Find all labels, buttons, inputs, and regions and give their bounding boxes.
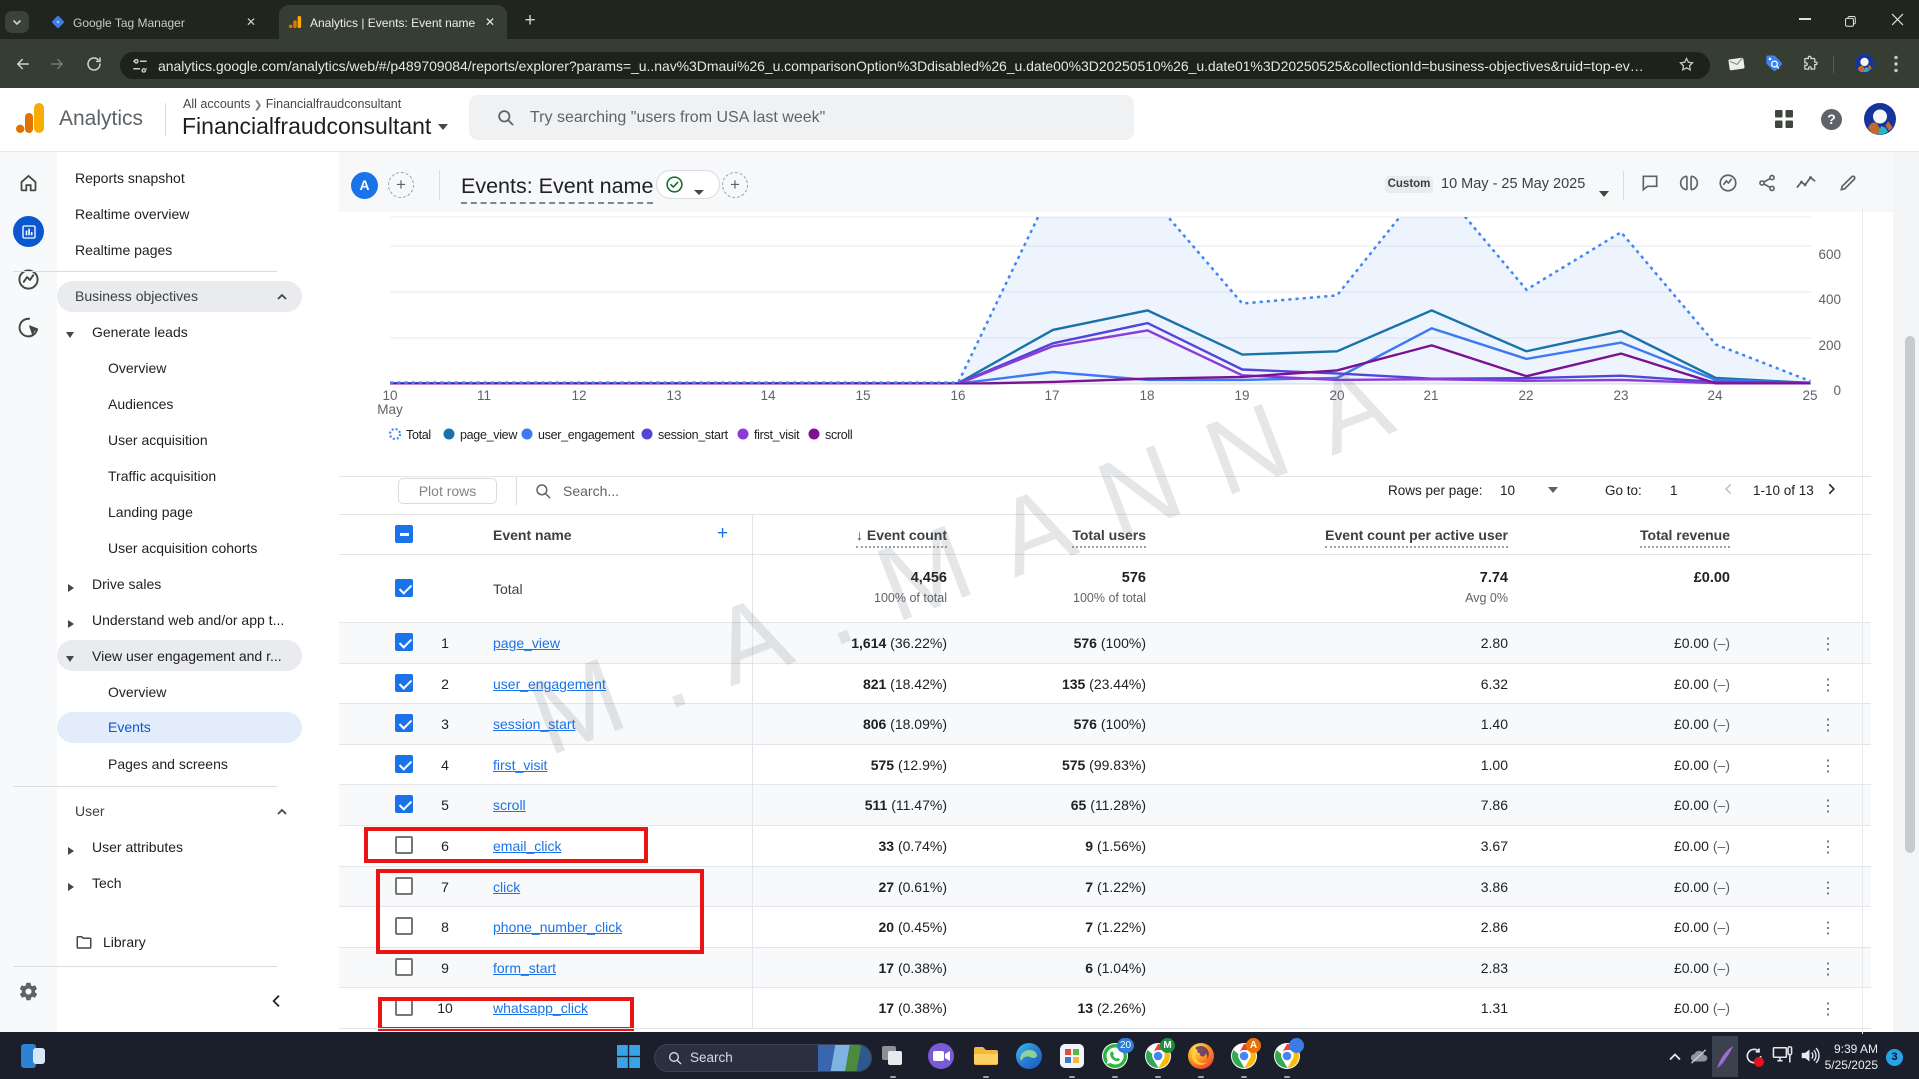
svg-text:page_view: page_view [460,428,518,442]
svg-text:14: 14 [760,388,776,403]
svg-text:24: 24 [1707,388,1723,403]
svg-text:16: 16 [950,388,965,403]
svg-text:12: 12 [571,388,586,403]
svg-text:15: 15 [855,388,870,403]
svg-text:23: 23 [1613,388,1628,403]
svg-text:18: 18 [1139,388,1154,403]
svg-text:25: 25 [1802,388,1817,403]
svg-text:10: 10 [382,388,397,403]
svg-text:200: 200 [1818,338,1841,353]
svg-text:22: 22 [1518,388,1533,403]
svg-text:first_visit: first_visit [754,428,800,442]
svg-text:600: 600 [1818,247,1841,262]
svg-text:17: 17 [1044,388,1059,403]
svg-text:0: 0 [1833,383,1841,398]
svg-text:13: 13 [666,388,681,403]
svg-text:Total: Total [406,428,431,442]
svg-text:May: May [377,402,403,417]
svg-text:session_start: session_start [658,428,729,442]
svg-text:user_engagement: user_engagement [538,428,635,442]
svg-text:400: 400 [1818,292,1841,307]
svg-text:11: 11 [477,388,491,403]
svg-text:scroll: scroll [825,428,852,442]
